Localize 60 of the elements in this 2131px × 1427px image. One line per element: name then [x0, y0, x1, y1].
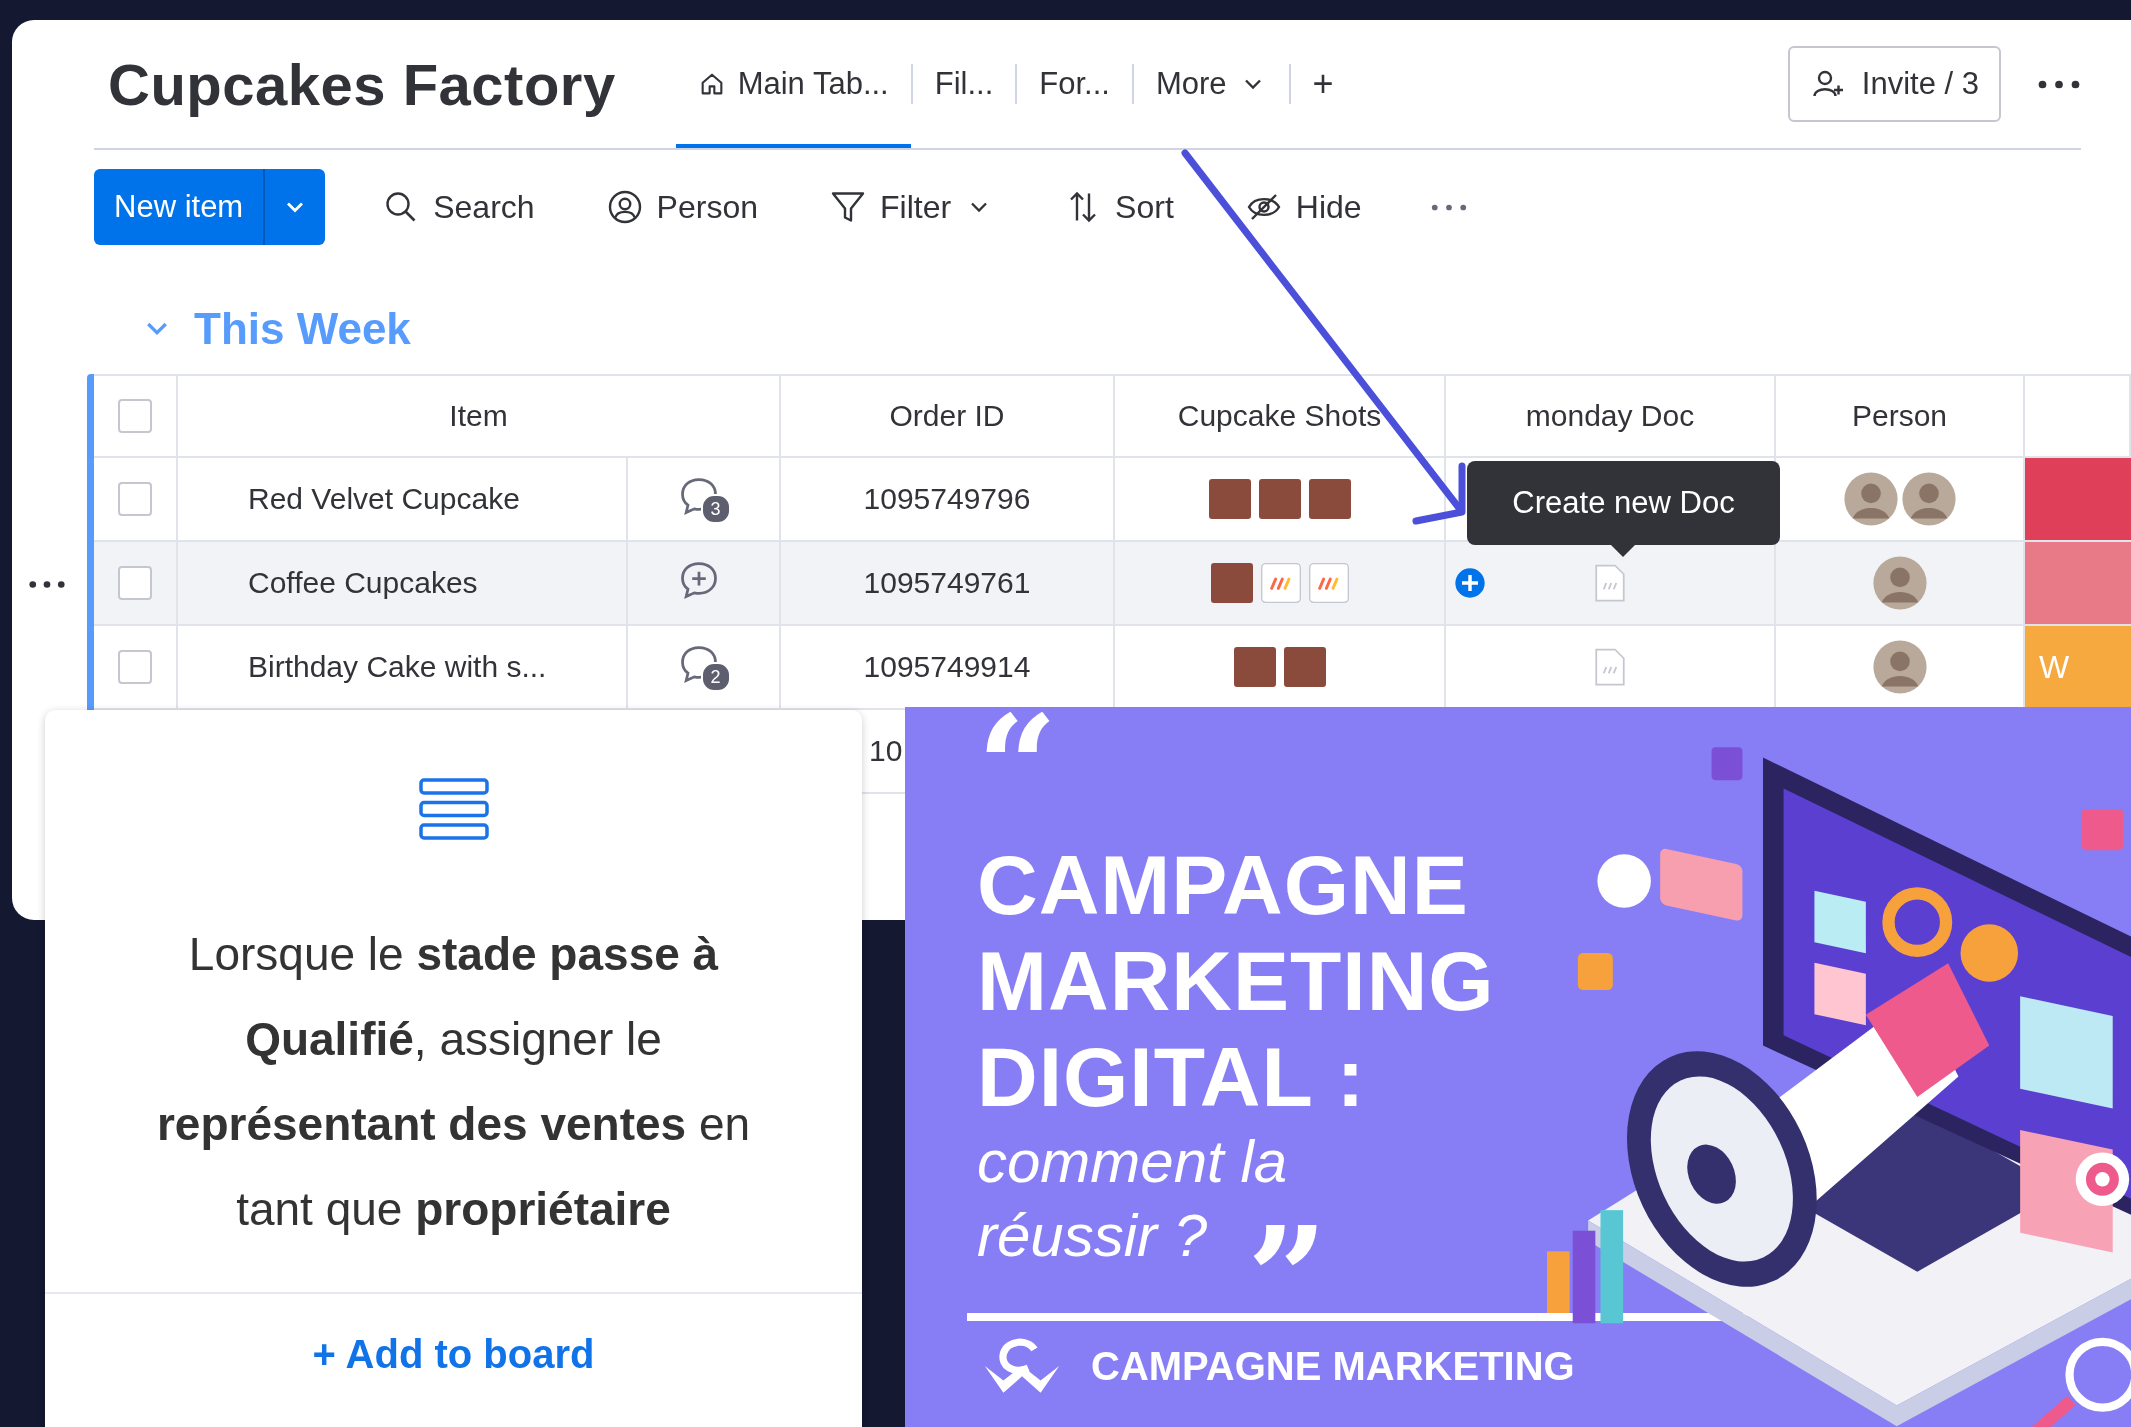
- add-to-board-link[interactable]: + Add to board: [312, 1332, 595, 1377]
- view-tab[interactable]: Fil...: [912, 20, 1016, 148]
- select-all-checkbox[interactable]: [118, 399, 152, 433]
- view-tab[interactable]: More: [1133, 20, 1289, 148]
- tooltip-pointer: [1611, 545, 1635, 557]
- updates-button[interactable]: 3: [676, 474, 731, 524]
- order-id: 1095749796: [863, 482, 1031, 516]
- row-checkbox[interactable]: [118, 482, 152, 516]
- add-icon[interactable]: [1454, 567, 1486, 599]
- column-header: monday Doc: [1525, 399, 1695, 433]
- item-name[interactable]: Red Velvet Cupcake: [248, 482, 520, 516]
- order-id: 1095749761: [863, 566, 1031, 600]
- row-checkbox[interactable]: [118, 566, 152, 600]
- toolbar-button[interactable]: Filter: [816, 172, 1008, 242]
- list-icon: [418, 778, 489, 840]
- photo-placeholder[interactable]: [1308, 479, 1351, 519]
- avatar[interactable]: [1842, 471, 1899, 527]
- doc-file-icon[interactable]: [1308, 563, 1349, 603]
- order-id: 1095749914: [863, 650, 1031, 684]
- column-header: Cupcake Shots: [1177, 399, 1382, 433]
- photo-placeholder[interactable]: [1233, 647, 1276, 687]
- toolbar-button[interactable]: Search: [369, 172, 549, 242]
- avatar[interactable]: [1871, 639, 1928, 695]
- invite-button[interactable]: Invite / 3: [1787, 46, 2001, 122]
- toolbar-button[interactable]: Hide: [1231, 172, 1376, 242]
- banner-subtitle: comment la: [977, 1127, 1288, 1197]
- brand-name: CAMPAGNE MARKETING: [1091, 1343, 1575, 1389]
- column-header: Person: [1851, 399, 1948, 433]
- new-item-button[interactable]: New item: [94, 169, 326, 245]
- add-view-button[interactable]: +: [1290, 20, 1356, 148]
- column-header: Item: [449, 399, 508, 433]
- filter-icon: [830, 189, 866, 225]
- quote-mark: “: [977, 697, 1059, 837]
- toolbar-button[interactable]: Person: [592, 172, 772, 242]
- column-header: Order ID: [889, 399, 1005, 433]
- quote-mark: ”: [1247, 1209, 1328, 1283]
- photo-placeholder[interactable]: [1208, 479, 1251, 519]
- tooltip: Create new Doc: [1467, 461, 1780, 545]
- banner-title: CAMPAGNE: [977, 837, 1470, 933]
- item-name[interactable]: Birthday Cake with s...: [248, 650, 547, 684]
- board-title: Cupcakes Factory: [108, 50, 616, 118]
- view-tab[interactable]: Main Tab...: [675, 20, 911, 148]
- photo-placeholder[interactable]: [1210, 563, 1253, 603]
- photo-placeholder[interactable]: [1283, 647, 1326, 687]
- row-checkbox[interactable]: [118, 650, 152, 684]
- banner-title: DIGITAL :: [977, 1029, 1367, 1125]
- photo-placeholder[interactable]: [1258, 479, 1301, 519]
- updates-button[interactable]: 2: [676, 642, 731, 692]
- more-icon[interactable]: [2037, 78, 2081, 90]
- avatar[interactable]: [1871, 555, 1928, 611]
- view-tab[interactable]: For...: [1017, 20, 1132, 148]
- person-icon: [606, 189, 643, 225]
- banner-subtitle: réussir ?: [977, 1201, 1208, 1271]
- doc-file-icon[interactable]: [1260, 563, 1301, 603]
- order-id: 10: [869, 734, 903, 768]
- row-menu-icon[interactable]: [27, 578, 66, 590]
- automation-description: Lorsque le stade passe à Qualifié, assigner le représentant des ventes en tant que propriétaire: [155, 927, 752, 1237]
- banner-title: MARKETING: [977, 933, 1496, 1029]
- avatar[interactable]: [1900, 471, 1957, 527]
- toolbar-button[interactable]: Sort: [1051, 172, 1188, 242]
